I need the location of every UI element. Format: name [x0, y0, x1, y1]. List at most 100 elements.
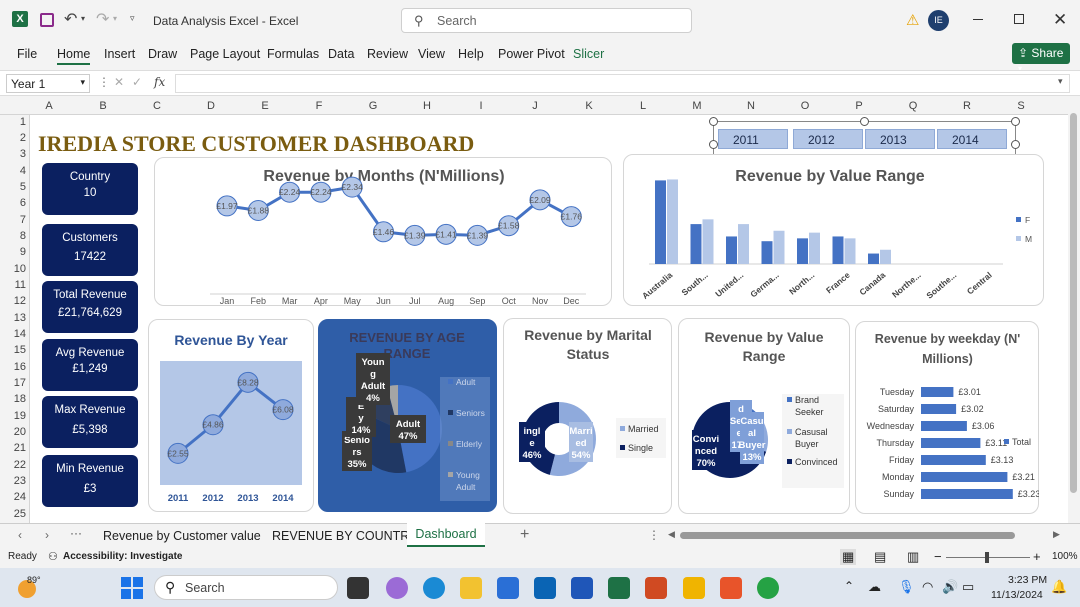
clock-time[interactable]: 3:23 PM [1008, 574, 1047, 586]
microphone-icon[interactable]: 🎙 [898, 579, 915, 595]
row-header[interactable]: 18 [0, 393, 26, 405]
column-header[interactable]: E [238, 100, 292, 112]
row-header[interactable]: 8 [0, 230, 26, 242]
powerbi-icon[interactable] [683, 577, 705, 599]
column-header[interactable]: Q [886, 100, 940, 112]
resize-handle[interactable] [860, 117, 869, 126]
tab-draw[interactable]: Draw [148, 47, 177, 61]
options-icon[interactable]: ⋮ [648, 528, 660, 542]
row-header[interactable]: 5 [0, 181, 26, 193]
resize-handle[interactable] [709, 140, 718, 149]
tab-formulas[interactable]: Formulas [267, 47, 319, 61]
wifi-icon[interactable]: ◠ [922, 579, 933, 595]
tab-file[interactable]: File [17, 47, 37, 61]
slicer-year-2011[interactable]: 2011 [718, 129, 788, 149]
sheet-tab-active[interactable]: Dashboard [407, 523, 485, 547]
brave-icon[interactable] [720, 577, 742, 599]
word-icon[interactable] [571, 577, 593, 599]
page-layout-icon[interactable]: ▤ [874, 549, 886, 565]
scroll-left-icon[interactable]: ◀ [668, 529, 675, 540]
row-header[interactable]: 19 [0, 410, 26, 422]
zoom-level[interactable]: 100% [1052, 551, 1078, 562]
row-header[interactable]: 14 [0, 328, 26, 340]
column-header[interactable]: M [670, 100, 724, 112]
task-view-icon[interactable] [347, 577, 369, 599]
column-header[interactable]: S [994, 100, 1048, 112]
scroll-right-icon[interactable]: ▶ [1053, 529, 1060, 540]
name-box[interactable]: Year 1 ▾ [6, 74, 90, 93]
row-header[interactable]: 11 [0, 279, 26, 291]
resize-handle[interactable] [1011, 117, 1020, 126]
column-header[interactable]: G [346, 100, 400, 112]
weather-temp[interactable]: 89° [27, 575, 41, 585]
store-icon[interactable] [497, 577, 519, 599]
tab-data[interactable]: Data [328, 47, 354, 61]
share-button[interactable]: ⇪ Share ▾ [1012, 43, 1070, 73]
file-explorer-icon[interactable] [460, 577, 482, 599]
row-header[interactable]: 13 [0, 312, 26, 324]
restore-icon[interactable] [1014, 14, 1024, 24]
tab-help[interactable]: Help [458, 47, 484, 61]
row-header[interactable]: 10 [0, 263, 26, 275]
more-sheets-icon[interactable]: ··· [70, 526, 82, 540]
sheet-tab[interactable]: REVENUE BY COUNTRY [272, 529, 417, 543]
column-header[interactable]: A [22, 100, 76, 112]
column-header[interactable]: H [400, 100, 454, 112]
column-header[interactable]: R [940, 100, 994, 112]
undo-dropdown-icon[interactable]: ▾ [81, 14, 85, 23]
tab-power-pivot[interactable]: Power Pivot [498, 47, 565, 61]
row-header[interactable]: 3 [0, 148, 26, 160]
warning-icon[interactable]: ⚠ [906, 11, 919, 29]
row-header[interactable]: 6 [0, 197, 26, 209]
column-header[interactable]: P [832, 100, 886, 112]
formula-input[interactable] [175, 74, 1070, 93]
scroll-thumb[interactable] [1070, 113, 1077, 493]
tab-view[interactable]: View [418, 47, 445, 61]
row-header[interactable]: 24 [0, 491, 26, 503]
row-header[interactable]: 12 [0, 295, 26, 307]
expand-formula-icon[interactable]: ▾ [1058, 76, 1063, 87]
tab-page-layout[interactable]: Page Layout [190, 47, 260, 61]
row-header[interactable]: 16 [0, 361, 26, 373]
slicer-year-2013[interactable]: 2013 [865, 129, 935, 149]
add-sheet-icon[interactable]: + [520, 526, 529, 544]
row-header[interactable]: 17 [0, 377, 26, 389]
resize-handle[interactable] [709, 117, 718, 126]
column-header[interactable]: D [184, 100, 238, 112]
excel-taskbar-icon[interactable] [608, 577, 630, 599]
zoom-out-icon[interactable]: − [934, 549, 942, 564]
row-header[interactable]: 2 [0, 132, 26, 144]
slicer-year-2012[interactable]: 2012 [793, 129, 863, 149]
column-header[interactable]: C [130, 100, 184, 112]
normal-view-icon[interactable]: ▦ [840, 549, 857, 565]
row-header[interactable]: 9 [0, 246, 26, 258]
row-header[interactable]: 20 [0, 426, 26, 438]
row-header[interactable]: 21 [0, 442, 26, 454]
column-header[interactable]: L [616, 100, 670, 112]
resize-handle[interactable] [1011, 140, 1020, 149]
row-header[interactable]: 7 [0, 214, 26, 226]
zoom-slider-thumb[interactable] [985, 552, 989, 563]
row-header[interactable]: 15 [0, 344, 26, 356]
page-break-icon[interactable]: ▥ [907, 549, 919, 565]
customize-toolbar-icon[interactable]: ▿ [130, 13, 135, 24]
row-header[interactable]: 1 [0, 116, 26, 128]
start-icon[interactable] [121, 577, 143, 599]
minimize-icon[interactable] [973, 19, 983, 20]
column-header[interactable]: I [454, 100, 508, 112]
accessibility-status[interactable]: Accessibility: Investigate [63, 551, 183, 562]
chevron-up-icon[interactable]: ⌃ [844, 579, 854, 593]
cloud-icon[interactable]: ☁ [868, 579, 881, 595]
copilot-icon[interactable] [386, 577, 408, 599]
prev-sheet-icon[interactable]: ‹ [18, 528, 22, 542]
close-icon[interactable]: ✕ [1053, 10, 1067, 30]
whatsapp-icon[interactable] [757, 577, 779, 599]
redo-dropdown-icon[interactable]: ▾ [113, 14, 117, 23]
tab-insert[interactable]: Insert [104, 47, 135, 61]
horizontal-scrollbar[interactable] [680, 532, 1015, 539]
cancel-icon[interactable]: ✕ [114, 75, 124, 89]
enter-icon[interactable]: ✓ [132, 75, 142, 89]
column-header[interactable]: B [76, 100, 130, 112]
tab-home[interactable]: Home [57, 47, 91, 65]
clock-date[interactable]: 11/13/2024 [991, 589, 1043, 601]
